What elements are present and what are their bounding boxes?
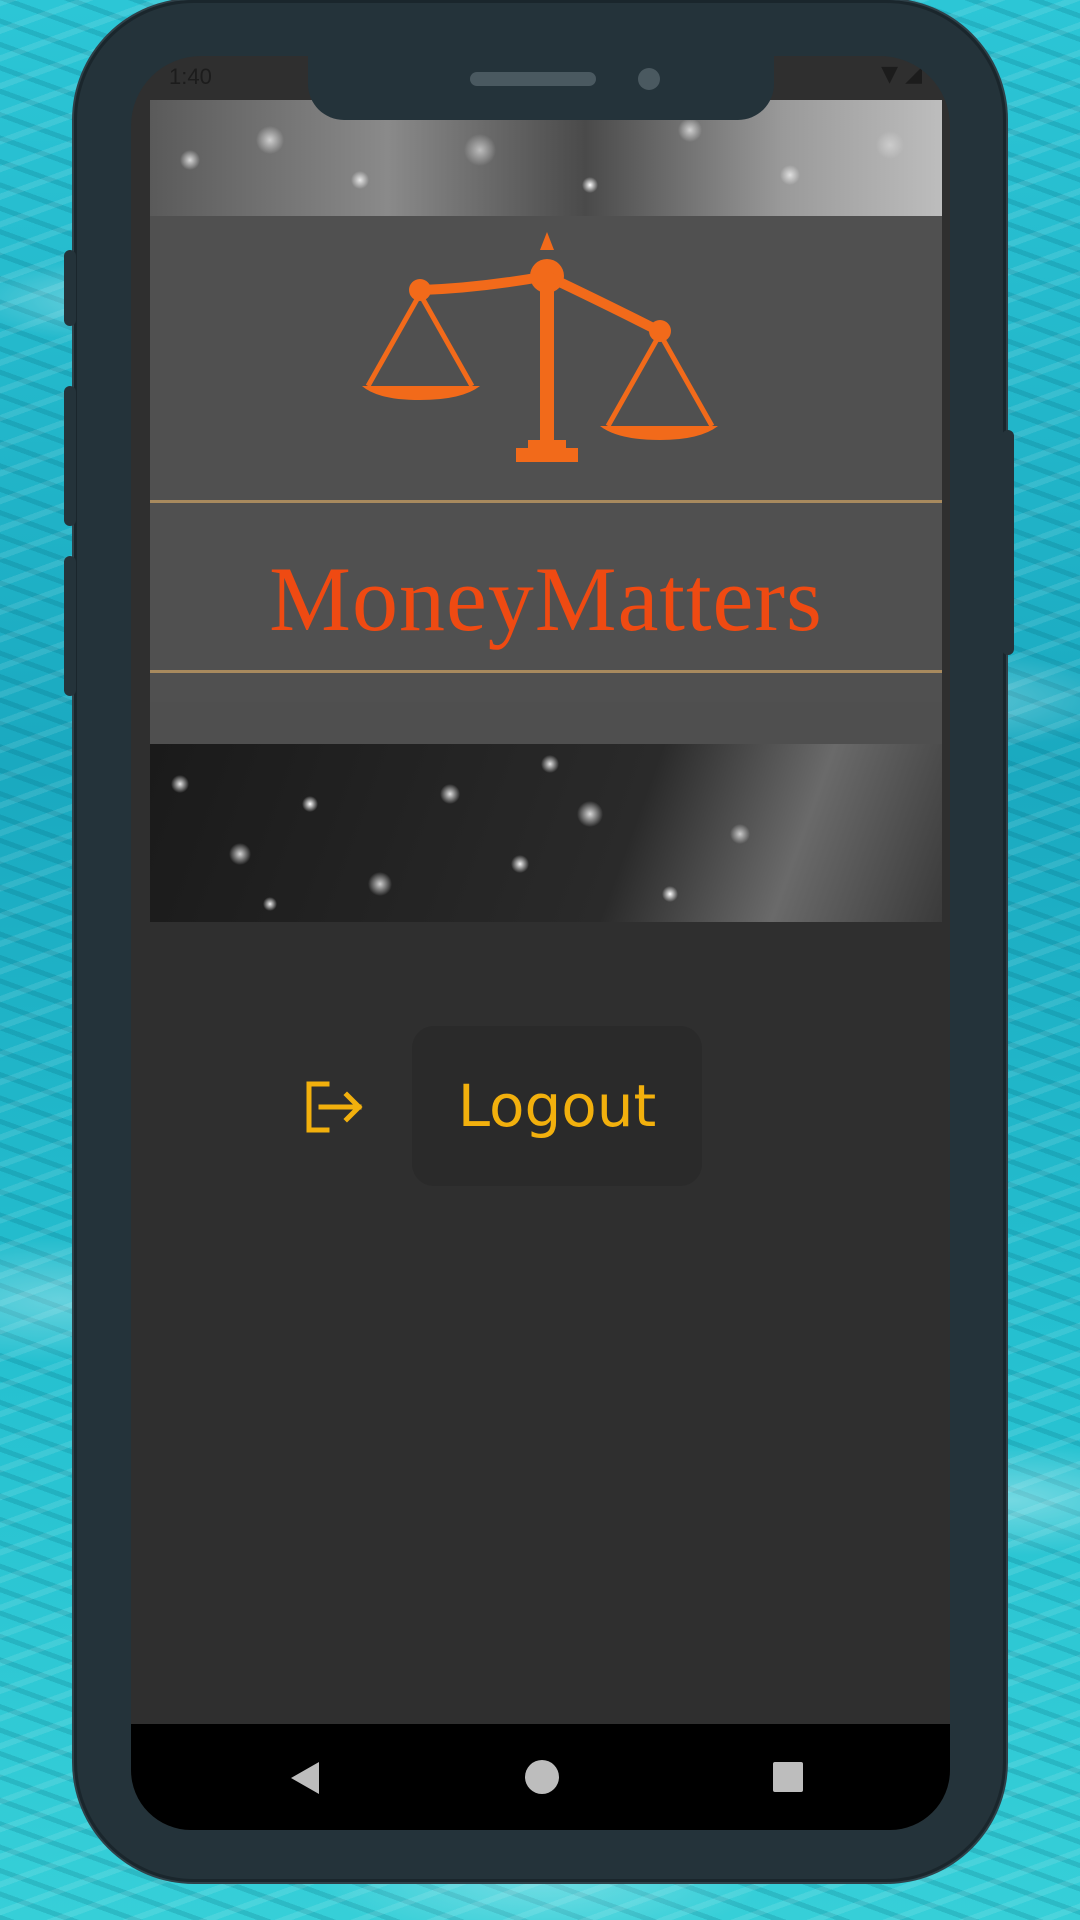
divider-bottom [150,670,942,673]
phone-side-button-volume-down [64,556,76,696]
system-navigation-bar [131,1724,950,1830]
phone-power-button [1002,430,1014,655]
brand-name: MoneyMatters [269,548,823,650]
logo-area: MoneyMatters [150,216,942,702]
divider-top [150,500,942,503]
logout-row: Logout [131,1026,950,1186]
status-icons: ▼ ◢ [881,62,922,87]
banner-bokeh-bottom [150,744,942,922]
phone-side-button-top [64,250,76,326]
scales-of-justice-icon [362,232,718,462]
wifi-icon: ▼ [881,62,899,87]
app-screen: 1:40 ▼ ◢ MoneyMatters Logout [131,56,950,1830]
header-banner: MoneyMatters [150,100,942,922]
phone-side-button-volume-up [64,386,76,526]
status-time: 1:40 [169,64,212,89]
signal-icon: ◢ [905,62,922,87]
logout-button[interactable]: Logout [412,1026,702,1186]
phone-notch [308,56,774,120]
front-camera [638,68,660,90]
back-triangle-icon[interactable] [285,1758,325,1798]
recents-square-icon[interactable] [773,1762,803,1792]
logout-icon[interactable] [305,1080,365,1134]
speaker-grille [470,72,596,86]
home-circle-icon[interactable] [525,1760,559,1794]
